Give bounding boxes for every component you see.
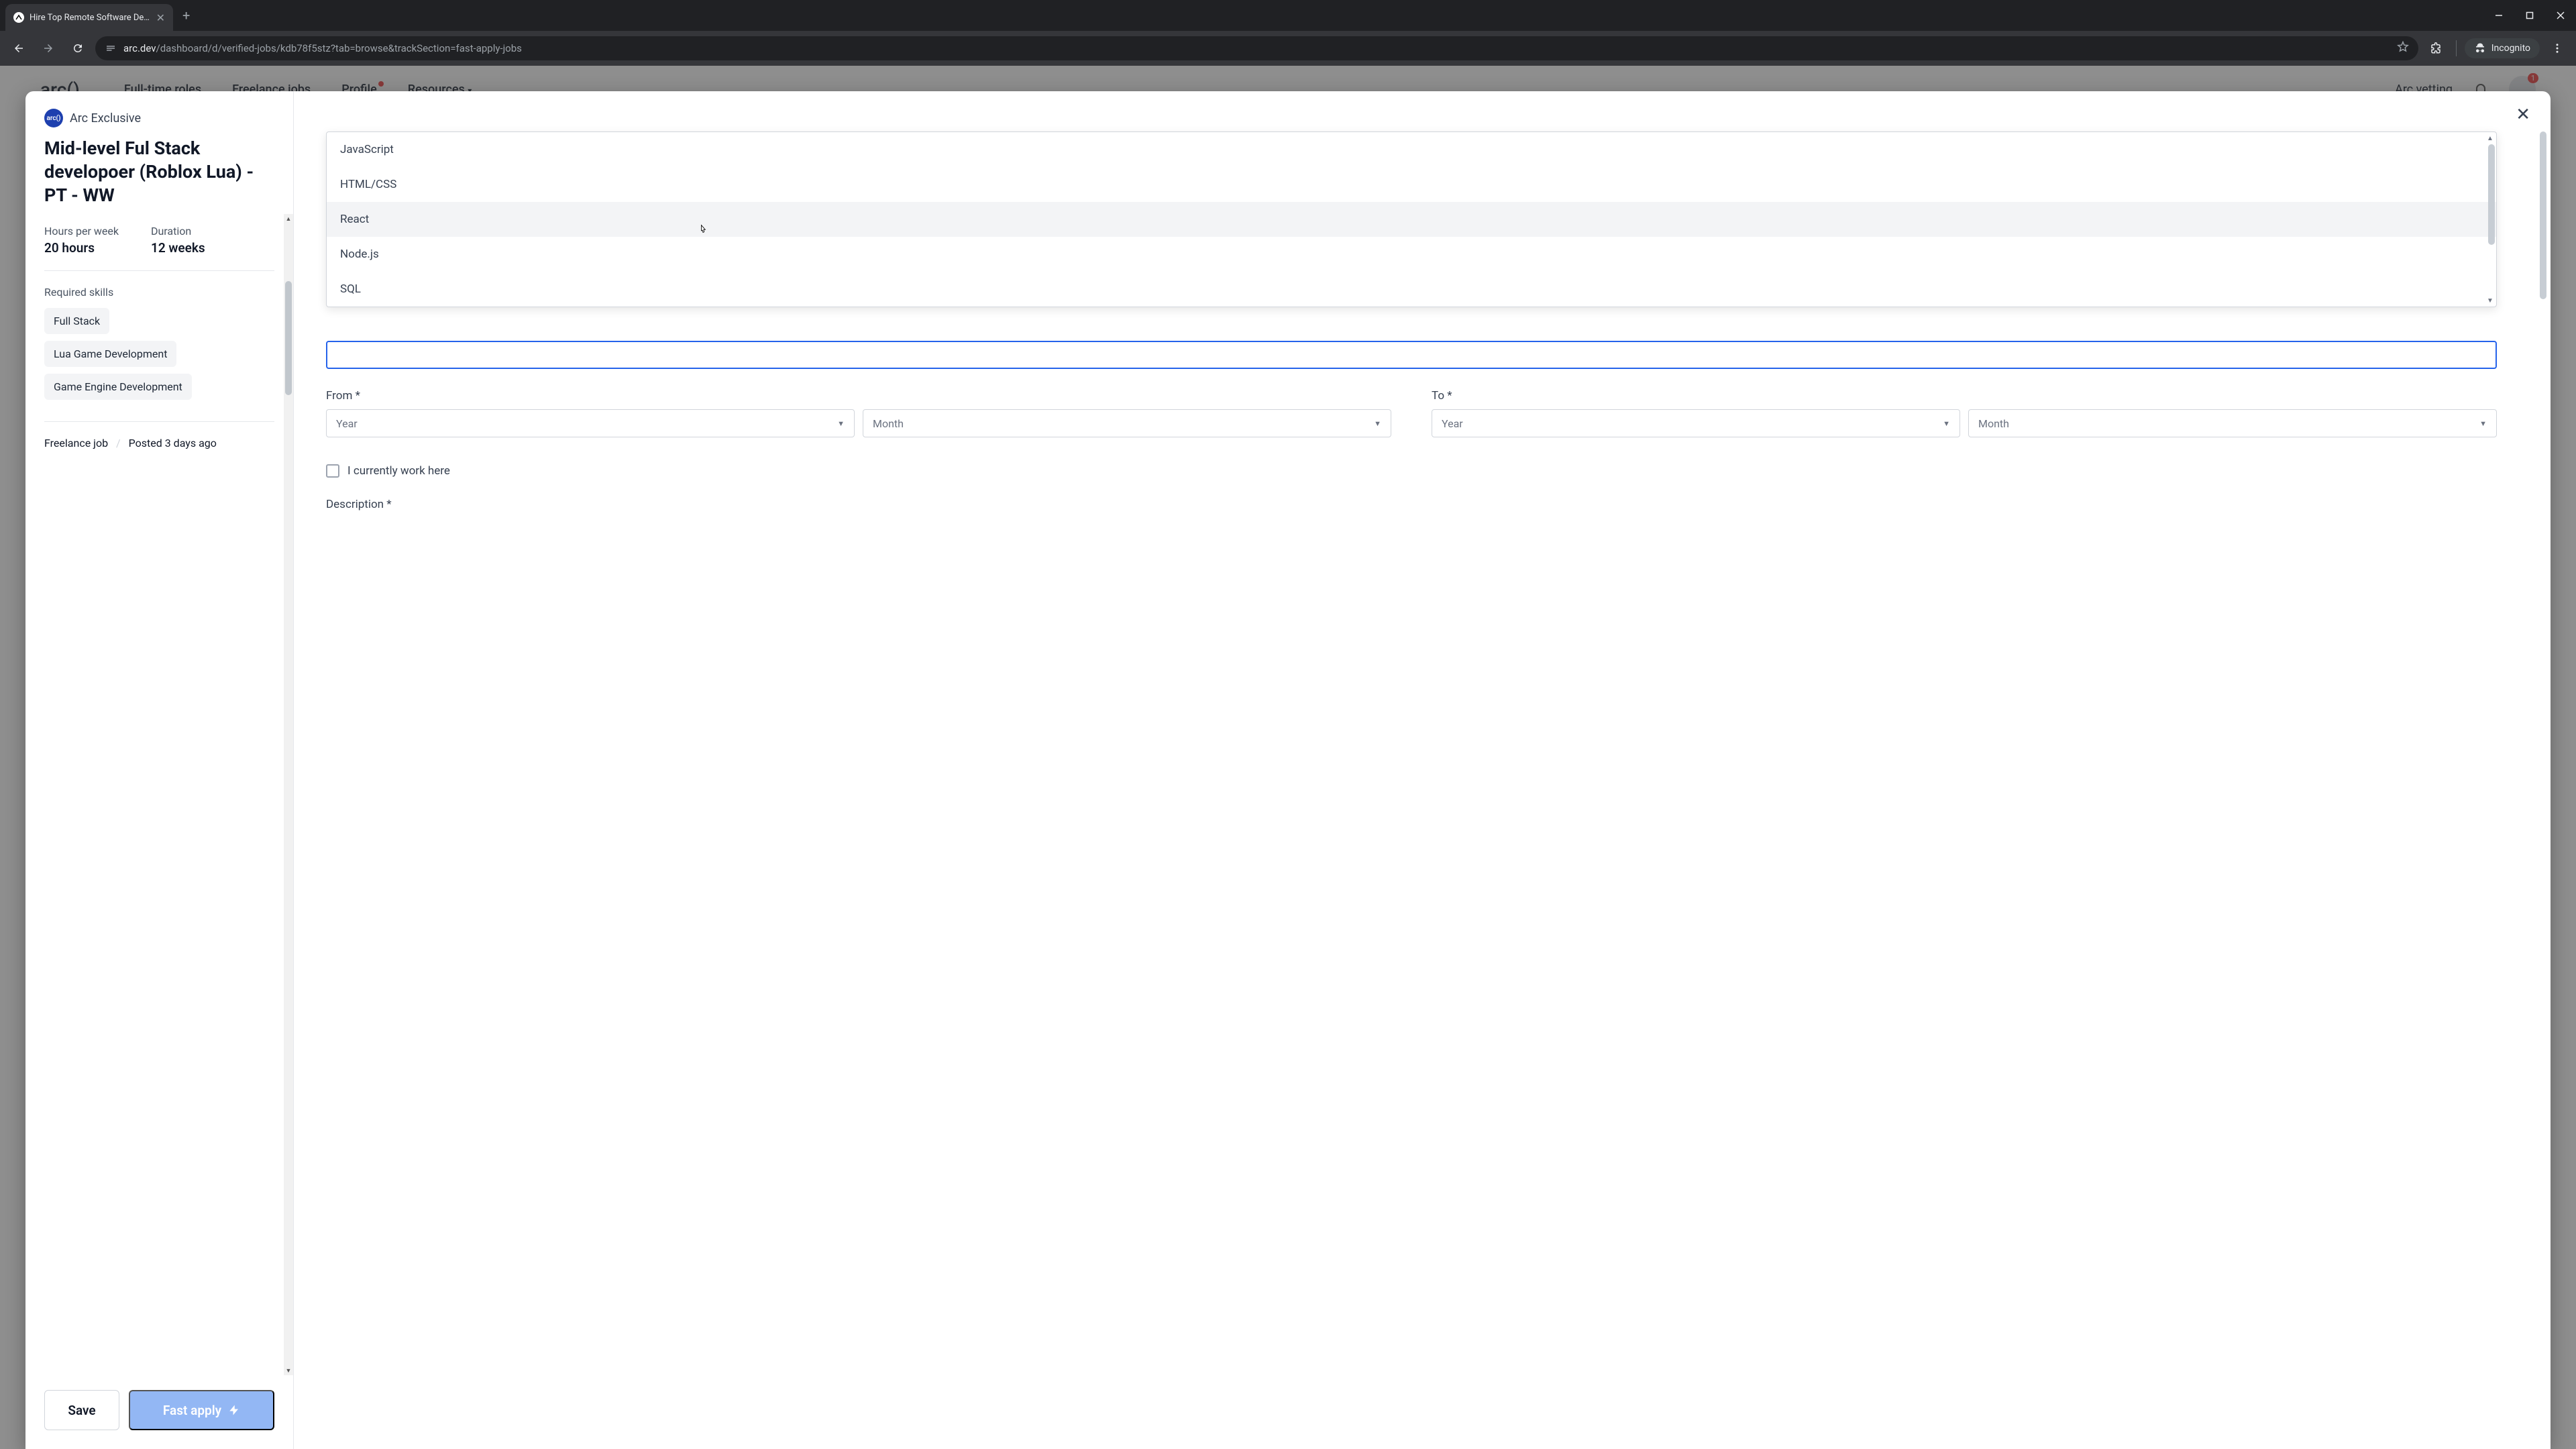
skills-input[interactable] [326, 341, 2497, 369]
duration-value: 12 weeks [151, 240, 205, 256]
sidebar-scroll-thumb[interactable] [285, 281, 292, 395]
tab-bar: Hire Top Remote Software Deve ✕ + [0, 0, 2576, 31]
from-label: From * [326, 389, 1391, 402]
save-button[interactable]: Save [44, 1390, 119, 1430]
new-tab-button[interactable]: + [173, 7, 199, 23]
dropdown-scroll-up-icon[interactable]: ▲ [2485, 133, 2495, 143]
scroll-down-icon[interactable]: ▼ [284, 1366, 293, 1375]
browser-chrome: Hire Top Remote Software Deve ✕ + arc.de… [0, 0, 2576, 66]
posted-row: Freelance job / Posted 3 days ago [44, 437, 274, 449]
incognito-label: Incognito [2491, 43, 2530, 54]
address-bar[interactable]: arc.dev/dashboard/d/verified-jobs/kdb78f… [95, 36, 2418, 60]
dropdown-option[interactable]: HTML/CSS [327, 167, 2496, 202]
sidebar-scrollbar[interactable]: ▲ ▼ [284, 214, 293, 1375]
dropdown-scroll-down-icon[interactable]: ▼ [2485, 296, 2495, 305]
close-button[interactable]: ✕ [2516, 105, 2530, 125]
chevron-down-icon: ▼ [1374, 419, 1381, 428]
main-scrollbar[interactable] [2540, 131, 2548, 1442]
from-year-select[interactable]: Year▼ [326, 409, 855, 437]
chevron-down-icon: ▼ [2479, 419, 2487, 428]
sidebar-scroll[interactable]: Hours per week 20 hours Duration 12 week… [25, 214, 293, 1375]
fast-apply-button[interactable]: Fast apply [129, 1390, 274, 1430]
form-area: ▲ JavaScriptHTML/CSSReactNode.jsSQL ▼ Fr… [294, 91, 2551, 1449]
to-label: To * [1432, 389, 2497, 402]
fast-apply-label: Fast apply [163, 1403, 221, 1418]
bookmark-icon[interactable] [2397, 41, 2409, 56]
job-modal: arc() Arc Exclusive Mid-level Ful Stack … [25, 91, 2551, 1449]
arc-logo-icon: arc() [44, 109, 63, 127]
chevron-down-icon: ▼ [837, 419, 845, 428]
from-month-select[interactable]: Month▼ [863, 409, 1391, 437]
description-label: Description * [326, 498, 2497, 511]
dropdown-option[interactable]: Node.js [327, 237, 2496, 272]
dropdown-scroll-thumb[interactable] [2488, 144, 2495, 245]
hours-label: Hours per week [44, 225, 119, 237]
hours-value: 20 hours [44, 240, 119, 256]
modal-sidebar: arc() Arc Exclusive Mid-level Ful Stack … [25, 91, 294, 1449]
currently-work-checkbox[interactable] [326, 464, 339, 478]
browser-toolbar: arc.dev/dashboard/d/verified-jobs/kdb78f… [0, 31, 2576, 66]
url-text: arc.dev/dashboard/d/verified-jobs/kdb78f… [123, 42, 2390, 54]
maximize-button[interactable] [2514, 0, 2545, 31]
bolt-icon [228, 1404, 240, 1416]
main-scroll-thumb[interactable] [2540, 131, 2546, 299]
to-year-select[interactable]: Year▼ [1432, 409, 1960, 437]
incognito-icon [2474, 42, 2486, 54]
window-close-button[interactable] [2545, 0, 2576, 31]
exclusive-label: Arc Exclusive [70, 111, 141, 125]
skills-dropdown[interactable]: ▲ JavaScriptHTML/CSSReactNode.jsSQL ▼ [326, 131, 2497, 307]
skills-label: Required skills [44, 286, 274, 299]
site-info-icon[interactable] [105, 42, 117, 54]
to-month-select[interactable]: Month▼ [1968, 409, 2497, 437]
reload-button[interactable] [66, 36, 90, 60]
tab-title: Hire Top Remote Software Deve [30, 13, 151, 23]
extensions-icon[interactable] [2424, 36, 2448, 60]
scroll-up-icon[interactable]: ▲ [284, 214, 293, 223]
modal-main: ✕ ▲ JavaScriptHTML/CSSReactNode.jsSQL ▼ … [294, 91, 2551, 1449]
browser-tab[interactable]: Hire Top Remote Software Deve ✕ [5, 4, 173, 31]
dropdown-option[interactable]: JavaScript [327, 132, 2496, 167]
page-background: arc() Full-time roles Freelance jobs Pro… [0, 66, 2576, 1449]
incognito-chip[interactable]: Incognito [2465, 38, 2540, 58]
skill-chip: Lua Game Development [44, 341, 176, 367]
posted-ago: Posted 3 days ago [129, 437, 217, 449]
skill-chip: Game Engine Development [44, 374, 192, 400]
currently-work-label: I currently work here [347, 464, 450, 478]
job-type: Freelance job [44, 437, 108, 449]
window-controls [2483, 0, 2576, 31]
back-button[interactable] [7, 36, 31, 60]
divider [44, 421, 274, 422]
skill-chip: Full Stack [44, 308, 109, 334]
minimize-button[interactable] [2483, 0, 2514, 31]
job-title: Mid-level Ful Stack developoer (Roblox L… [44, 137, 274, 207]
skills-chips: Full Stack Lua Game Development Game Eng… [44, 308, 274, 407]
tab-favicon-icon [13, 12, 24, 23]
dropdown-option[interactable]: React [327, 202, 2496, 237]
menu-icon[interactable] [2545, 36, 2569, 60]
toolbar-divider [2456, 40, 2457, 56]
tab-close-icon[interactable]: ✕ [156, 11, 165, 24]
dropdown-option[interactable]: SQL [327, 272, 2496, 307]
forward-button[interactable] [36, 36, 60, 60]
divider [44, 270, 274, 271]
duration-label: Duration [151, 225, 205, 237]
chevron-down-icon: ▼ [1943, 419, 1950, 428]
